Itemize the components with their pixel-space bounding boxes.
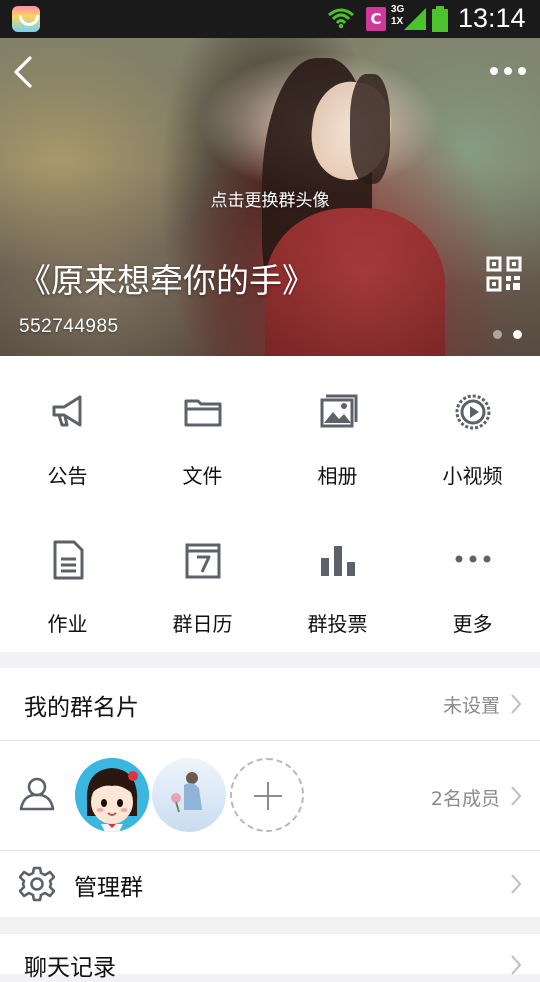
group-members-row[interactable]: 2名成员 xyxy=(0,741,540,850)
tool-label: 群日历 xyxy=(172,612,233,636)
my-group-card-row[interactable]: 我的群名片 未设置 xyxy=(0,668,540,740)
tool-label: 作业 xyxy=(47,612,88,636)
document-icon xyxy=(53,540,84,580)
video-play-icon xyxy=(455,394,491,430)
signal-strength-icon xyxy=(404,8,426,30)
tool-vote[interactable]: 群投票 xyxy=(270,504,405,652)
chevron-right-icon xyxy=(511,694,522,714)
tool-label: 相册 xyxy=(317,464,358,488)
chevron-right-icon xyxy=(511,786,522,806)
qr-code-icon[interactable] xyxy=(486,256,522,292)
more-dots-icon[interactable] xyxy=(488,60,528,82)
cartoon-girl-avatar-icon xyxy=(75,758,149,832)
more-dots-icon xyxy=(455,555,491,563)
tool-calendar[interactable]: 群日历 xyxy=(135,504,270,652)
member-avatar[interactable] xyxy=(75,758,149,832)
members-icon xyxy=(19,777,55,811)
group-id: 552744985 xyxy=(19,316,119,337)
member-count: 2名成员 xyxy=(430,788,500,810)
tool-homework[interactable]: 作业 xyxy=(0,504,135,652)
photo-album-icon xyxy=(320,394,358,428)
tool-more[interactable]: 更多 xyxy=(405,504,540,652)
tool-label: 公告 xyxy=(47,464,88,488)
my-group-card-label: 我的群名片 xyxy=(24,695,139,721)
c-app-icon: C xyxy=(366,7,386,31)
wifi-icon xyxy=(328,8,354,29)
tool-announcement[interactable]: 公告 xyxy=(0,356,135,504)
my-group-card-value: 未设置 xyxy=(442,695,500,717)
bar-chart-icon xyxy=(321,546,355,576)
chat-history-row[interactable]: 聊天记录 xyxy=(0,934,540,981)
network-type-label: 3G 1X xyxy=(391,4,405,27)
status-bar: C 3G 1X 13:14 xyxy=(0,0,540,38)
battery-icon xyxy=(432,6,448,32)
tool-label: 群投票 xyxy=(307,612,368,636)
status-time: 13:14 xyxy=(458,3,526,33)
add-member-button[interactable] xyxy=(230,758,304,832)
gear-icon xyxy=(19,866,55,902)
cover-pager xyxy=(493,330,523,340)
tool-label: 小视频 xyxy=(442,464,503,488)
megaphone-icon xyxy=(52,395,82,427)
app-notification-icon xyxy=(12,6,40,32)
member-avatar[interactable] xyxy=(152,758,226,832)
photo-avatar-icon xyxy=(171,772,202,813)
tool-album[interactable]: 相册 xyxy=(270,356,405,504)
pager-dot xyxy=(493,330,502,339)
tool-label: 更多 xyxy=(452,612,493,636)
back-arrow-icon[interactable] xyxy=(10,54,40,90)
chevron-right-icon xyxy=(511,874,522,894)
change-avatar-hint[interactable]: 点击更换群头像 xyxy=(0,186,540,211)
chat-history-label: 聊天记录 xyxy=(24,955,116,981)
manage-group-label: 管理群 xyxy=(74,875,143,901)
tool-files[interactable]: 文件 xyxy=(135,356,270,504)
chevron-right-icon xyxy=(511,955,522,975)
calendar-icon xyxy=(185,543,221,579)
group-name: 《原来想牵你的手》 xyxy=(18,261,315,300)
manage-group-row[interactable]: 管理群 xyxy=(0,851,540,917)
tool-label: 文件 xyxy=(182,464,223,488)
group-tools-grid: 公告 文件 相册 小视频 作业 群日历 群投票 更多 xyxy=(0,356,540,652)
pager-dot-active xyxy=(513,330,522,339)
folder-icon xyxy=(184,399,222,427)
tool-short-video[interactable]: 小视频 xyxy=(405,356,540,504)
